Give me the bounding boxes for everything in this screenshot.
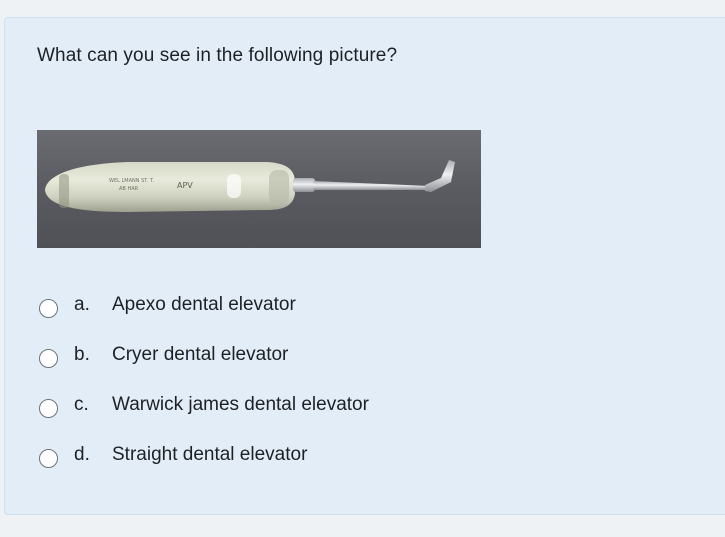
- radio-d[interactable]: [39, 448, 58, 468]
- option-c-label[interactable]: Warwick james dental elevator: [112, 394, 369, 416]
- option-d-label[interactable]: Straight dental elevator: [112, 444, 307, 466]
- option-a-label[interactable]: Apexo dental elevator: [112, 294, 296, 316]
- option-a-letter: a.: [74, 294, 90, 315]
- option-d-letter: d.: [74, 444, 90, 465]
- radio-a[interactable]: [39, 298, 58, 318]
- option-b-label[interactable]: Cryer dental elevator: [112, 344, 288, 366]
- svg-text:AB HAR: AB HAR: [119, 186, 139, 192]
- question-text: What can you see in the following pictur…: [37, 45, 398, 66]
- question-image: WEL LMANN ST. T. AB HAR APV: [37, 130, 481, 248]
- option-c[interactable]: c. Warwick james dental elevator: [39, 390, 369, 420]
- svg-text:APV: APV: [177, 181, 193, 190]
- option-a[interactable]: a. Apexo dental elevator: [39, 290, 296, 320]
- question-card: What can you see in the following pictur…: [4, 17, 725, 515]
- radio-b[interactable]: [39, 348, 58, 368]
- option-b-letter: b.: [74, 344, 90, 365]
- svg-text:WEL LMANN ST. T.: WEL LMANN ST. T.: [109, 178, 154, 184]
- option-b[interactable]: b. Cryer dental elevator: [39, 340, 288, 370]
- option-c-letter: c.: [74, 394, 89, 415]
- option-d[interactable]: d. Straight dental elevator: [39, 440, 307, 470]
- radio-c[interactable]: [39, 398, 58, 418]
